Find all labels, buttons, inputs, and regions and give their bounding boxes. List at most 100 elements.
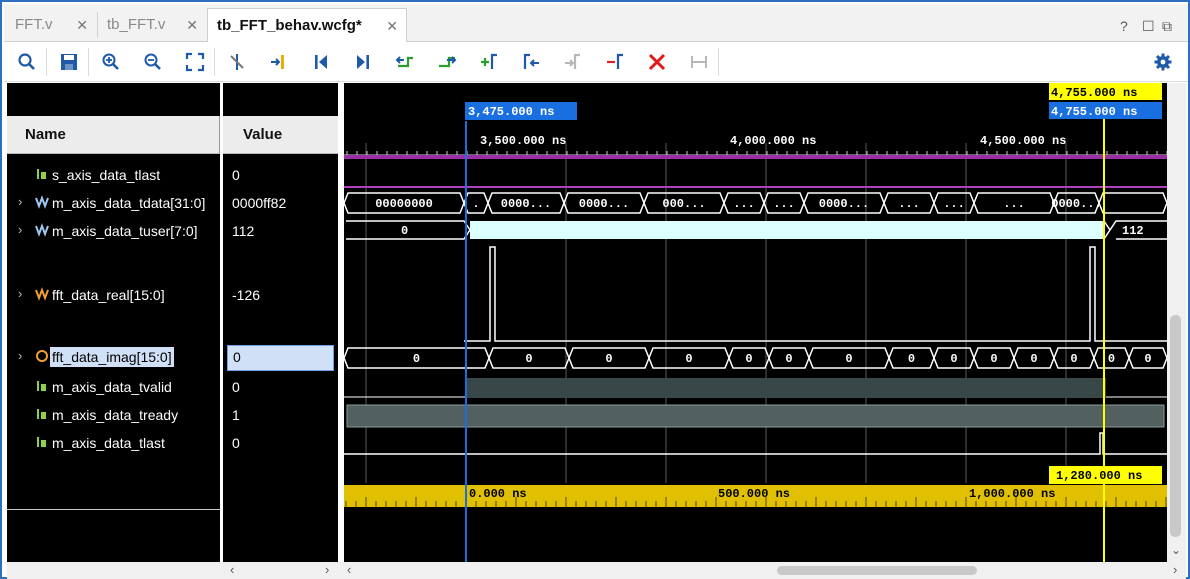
bit-signal-icon xyxy=(37,409,46,419)
chevron-right-icon[interactable]: › xyxy=(18,222,22,237)
name-column-header[interactable]: Name xyxy=(7,116,220,154)
cursor-snap-icon[interactable] xyxy=(226,51,248,73)
next-transition-icon[interactable] xyxy=(436,51,458,73)
signal-name: m_axis_data_tready xyxy=(52,407,179,423)
settings-icon[interactable] xyxy=(1152,51,1174,73)
chevron-down-icon[interactable]: ⌄ xyxy=(1171,543,1181,557)
group-icon[interactable] xyxy=(688,51,710,73)
signal-name: m_axis_data_tuser[7:0] xyxy=(52,223,198,239)
signal-row[interactable]: m_axis_data_tready xyxy=(7,403,220,427)
waveform-toolbar xyxy=(4,42,1188,82)
wave-s-axis-data-tlast xyxy=(344,155,1167,159)
chevron-right-icon[interactable]: › xyxy=(18,348,22,363)
scrollbar-thumb[interactable] xyxy=(777,566,977,575)
scroll-right-icon[interactable]: › xyxy=(325,562,329,577)
zoom-in-icon[interactable] xyxy=(100,51,122,73)
signal-row[interactable]: m_axis_data_tvalid xyxy=(7,375,220,399)
zoom-fit-icon[interactable] xyxy=(184,51,206,73)
swap-cursors-icon[interactable] xyxy=(604,51,626,73)
wave-fft-data-imag: 0 0 0 0 0 0 0 0 0 0 0 0 0 0 xyxy=(344,347,1167,369)
float-window-icon[interactable]: ⧉ xyxy=(1162,18,1172,35)
bus-value: 0 xyxy=(745,352,752,366)
signal-value: 0 xyxy=(232,379,240,395)
tab-tb-fft-v[interactable]: tb_FFT.v ✕ xyxy=(98,8,206,42)
bus-signal-icon xyxy=(35,195,49,209)
help-icon[interactable]: ? xyxy=(1120,18,1128,34)
toolbar-divider xyxy=(718,48,719,76)
bus-value: 0 xyxy=(1144,352,1151,366)
ruler-label: 3,500.000 ns xyxy=(480,134,566,148)
close-icon[interactable]: ✕ xyxy=(186,17,198,34)
signal-value: -126 xyxy=(232,287,261,303)
bus-value: 0000... xyxy=(501,197,551,211)
goto-cursor-icon[interactable] xyxy=(268,51,290,73)
scrollbar-thumb[interactable] xyxy=(1170,315,1181,537)
waveform-drawing: 3,500.000 ns 4,000.000 ns 4,500.000 ns 0… xyxy=(344,83,1167,562)
ruler-label: 4,000.000 ns xyxy=(730,134,816,148)
bus-value: 0000... xyxy=(579,197,629,211)
bus-segment xyxy=(1098,192,1167,214)
scroll-right-icon[interactable]: › xyxy=(1173,562,1177,577)
bus-value: 000... xyxy=(662,197,705,211)
bus-value: 00000000 xyxy=(375,197,433,211)
signal-value: 112 xyxy=(232,223,255,239)
signal-row[interactable]: › m_axis_data_tdata[31:0] xyxy=(7,191,220,215)
restore-icon[interactable]: ☐ xyxy=(1142,18,1155,35)
signal-value: 0 xyxy=(232,167,240,183)
main-cursor-label: 3,475.000 ns xyxy=(468,105,554,119)
signal-row[interactable]: › m_axis_data_tuser[7:0] xyxy=(7,219,220,243)
signal-row[interactable]: s_axis_data_tlast xyxy=(7,163,220,187)
delta-ruler[interactable]: 0.000 ns 500.000 ns 1,000.000 ns xyxy=(344,485,1167,507)
signal-row[interactable]: › fft_data_real[15:0] xyxy=(7,283,220,307)
save-icon[interactable] xyxy=(58,51,80,73)
bus-value: ... xyxy=(733,197,755,211)
delta-label: 1,000.000 ns xyxy=(969,487,1055,501)
zoom-out-icon[interactable] xyxy=(142,51,164,73)
signal-value-panel: Value 0 0000ff82 112 -126 0 0 1 0 xyxy=(223,83,338,562)
tab-label: FFT.v xyxy=(15,16,53,33)
toolbar-divider xyxy=(214,48,215,76)
bus-value: 0 xyxy=(990,352,997,366)
close-icon[interactable]: ✕ xyxy=(386,18,398,35)
signal-row-selected[interactable]: › fft_data_imag[15:0] xyxy=(7,345,220,369)
signal-name: m_axis_data_tdata[31:0] xyxy=(52,195,206,211)
vertical-scrollbar[interactable]: ⌄ xyxy=(1167,83,1186,562)
bus-value: 0 xyxy=(685,352,692,366)
add-marker-icon[interactable] xyxy=(478,51,500,73)
signal-name: s_axis_data_tlast xyxy=(52,167,161,183)
prev-marker-icon[interactable] xyxy=(520,51,542,73)
horizontal-scrollbar[interactable]: ‹ › ‹ › xyxy=(7,562,1186,579)
waveform-canvas[interactable]: 3,500.000 ns 4,000.000 ns 4,500.000 ns 0… xyxy=(344,83,1167,562)
value-column-header[interactable]: Value xyxy=(223,116,338,154)
marker-label-top: 4,755.000 ns xyxy=(1051,86,1137,100)
bit-signal-icon xyxy=(37,381,46,391)
grid-lines xyxy=(365,143,1067,483)
delete-markers-icon[interactable] xyxy=(646,51,668,73)
bus-value: 0 xyxy=(525,352,532,366)
time-ruler[interactable]: 3,500.000 ns 4,000.000 ns 4,500.000 ns xyxy=(344,134,1167,156)
waveform-window: FFT.v ✕ tb_FFT.v ✕ tb_FFT_behav.wcfg* ✕ … xyxy=(0,0,1190,579)
goto-start-icon[interactable] xyxy=(310,51,332,73)
goto-end-icon[interactable] xyxy=(352,51,374,73)
chevron-right-icon[interactable]: › xyxy=(18,286,22,301)
chevron-right-icon[interactable]: › xyxy=(18,194,22,209)
close-icon[interactable]: ✕ xyxy=(76,17,88,34)
signal-value: 0000ff82 xyxy=(232,195,287,211)
bus-value: 0 xyxy=(401,224,408,238)
tab-tb-fft-behav-wcfg[interactable]: tb_FFT_behav.wcfg* ✕ xyxy=(207,8,407,43)
bus-value: 0 xyxy=(413,352,420,366)
wave-m-axis-data-tready xyxy=(346,404,1165,428)
scroll-left-icon[interactable]: ‹ xyxy=(230,562,234,577)
signal-value-selected[interactable]: 0 xyxy=(227,345,334,371)
bus-value: 0000... xyxy=(1051,197,1101,211)
wave-fft-data-real xyxy=(464,246,1167,342)
scroll-left-icon[interactable]: ‹ xyxy=(347,562,351,577)
signal-name: m_axis_data_tvalid xyxy=(52,379,172,395)
tab-fft-v[interactable]: FFT.v ✕ xyxy=(6,8,96,42)
next-marker-icon[interactable] xyxy=(562,51,584,73)
prev-transition-icon[interactable] xyxy=(394,51,416,73)
search-icon[interactable] xyxy=(16,51,38,73)
signal-value: 0 xyxy=(232,435,240,451)
bit-signal-icon xyxy=(37,437,46,447)
signal-row[interactable]: m_axis_data_tlast xyxy=(7,431,220,455)
